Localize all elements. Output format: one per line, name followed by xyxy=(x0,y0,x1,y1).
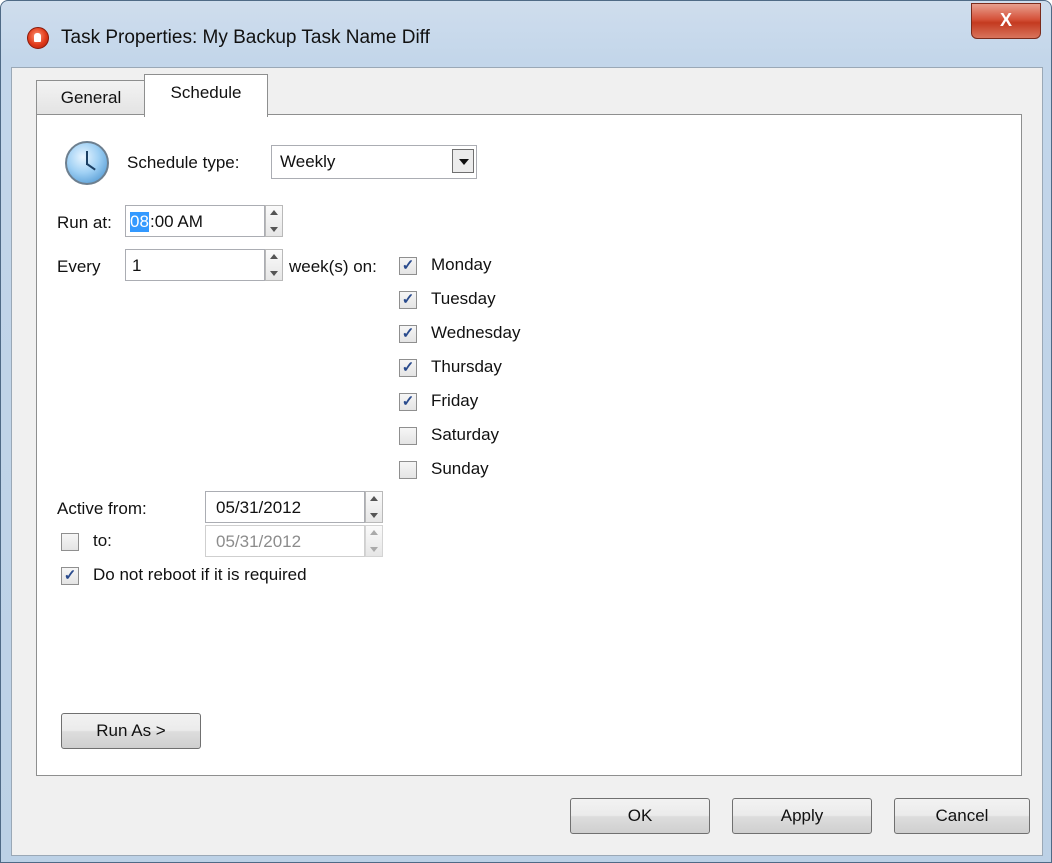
schedule-panel: Schedule type: Weekly Run at: 08:00 AM E… xyxy=(36,114,1022,776)
every-label: Every xyxy=(57,257,101,276)
day-label: Tuesday xyxy=(431,289,496,308)
active-from-value: 05/31/2012 xyxy=(216,498,302,517)
run-at-hour-segment[interactable]: 08 xyxy=(130,212,149,232)
spin-up-icon[interactable] xyxy=(370,530,378,535)
app-icon xyxy=(27,27,49,49)
apply-button[interactable]: Apply xyxy=(732,798,872,834)
day-label: Friday xyxy=(431,391,479,410)
title-bar[interactable]: Task Properties: My Backup Task Name Dif… xyxy=(1,1,1051,67)
spin-down-icon[interactable] xyxy=(270,227,278,232)
spin-up-icon[interactable] xyxy=(270,254,278,259)
ok-button[interactable]: OK xyxy=(570,798,710,834)
cancel-button[interactable]: Cancel xyxy=(894,798,1030,834)
day-checkbox[interactable]: ✓ xyxy=(399,393,417,411)
every-weeks-spinner[interactable] xyxy=(265,249,283,281)
active-to-date-input[interactable]: 05/31/2012 xyxy=(205,525,365,557)
day-checkbox[interactable] xyxy=(399,461,417,479)
run-at-rest-segment: :00 AM xyxy=(150,212,203,231)
day-checkbox[interactable]: ✓ xyxy=(399,257,417,275)
run-at-spinner[interactable] xyxy=(265,205,283,237)
weeks-on-label: week(s) on: xyxy=(289,257,377,276)
close-button[interactable]: X xyxy=(971,3,1041,39)
active-from-spinner[interactable] xyxy=(365,491,383,523)
active-to-spinner[interactable] xyxy=(365,525,383,557)
clock-icon xyxy=(65,141,109,185)
schedule-type-label: Schedule type: xyxy=(127,153,240,172)
day-checkbox[interactable]: ✓ xyxy=(399,291,417,309)
day-label: Sunday xyxy=(431,459,489,478)
task-properties-dialog: Task Properties: My Backup Task Name Dif… xyxy=(0,0,1052,863)
spin-up-icon[interactable] xyxy=(370,496,378,501)
day-checkbox[interactable]: ✓ xyxy=(399,359,417,377)
schedule-type-value: Weekly xyxy=(280,152,336,171)
day-label: Saturday xyxy=(431,425,500,444)
spin-down-icon[interactable] xyxy=(370,547,378,552)
tab-general[interactable]: General xyxy=(36,80,146,115)
run-as-button[interactable]: Run As > xyxy=(61,713,201,749)
day-label: Monday xyxy=(431,255,492,274)
run-at-time-input[interactable]: 08:00 AM xyxy=(125,205,265,237)
chevron-down-icon[interactable] xyxy=(452,149,474,173)
spin-down-icon[interactable] xyxy=(270,271,278,276)
window-title: Task Properties: My Backup Task Name Dif… xyxy=(61,27,430,48)
day-label: Wednesday xyxy=(431,323,521,342)
every-weeks-input[interactable]: 1 xyxy=(125,249,265,281)
active-from-date-input[interactable]: 05/31/2012 xyxy=(205,491,365,523)
no-reboot-checkbox[interactable]: ✓ xyxy=(61,567,79,585)
day-checkbox[interactable]: ✓ xyxy=(399,325,417,343)
active-from-label: Active from: xyxy=(57,499,147,518)
to-checkbox[interactable] xyxy=(61,533,79,551)
no-reboot-label: Do not reboot if it is required xyxy=(93,565,307,584)
tab-schedule[interactable]: Schedule xyxy=(144,74,268,117)
run-at-label: Run at: xyxy=(57,213,112,232)
dialog-body: General Schedule Schedule type: Weekly R… xyxy=(11,67,1043,856)
spin-up-icon[interactable] xyxy=(270,210,278,215)
active-to-value: 05/31/2012 xyxy=(216,532,302,551)
spin-down-icon[interactable] xyxy=(370,513,378,518)
day-checkbox[interactable] xyxy=(399,427,417,445)
schedule-type-select[interactable]: Weekly xyxy=(271,145,477,179)
day-label: Thursday xyxy=(431,357,502,376)
every-weeks-value: 1 xyxy=(132,256,142,275)
to-label: to: xyxy=(93,531,112,550)
